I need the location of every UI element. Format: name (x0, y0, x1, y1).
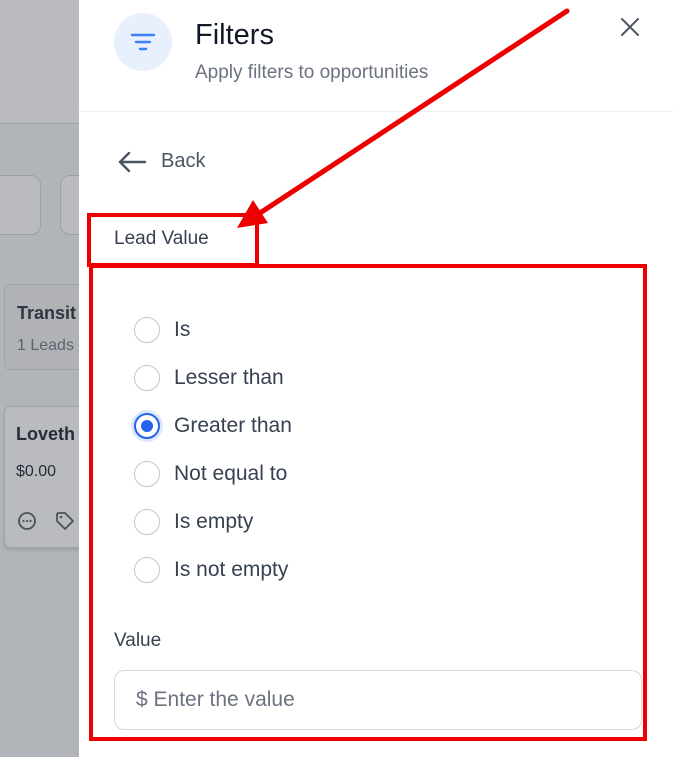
radio-button[interactable] (134, 461, 160, 487)
panel-subtitle: Apply filters to opportunities (195, 62, 429, 83)
radio-label: Is (174, 318, 191, 341)
radio-button[interactable] (134, 557, 160, 583)
radio-button-selected[interactable] (134, 413, 160, 439)
filter-icon (114, 13, 172, 71)
radio-label: Lesser than (174, 366, 284, 389)
value-label: Value (114, 630, 162, 651)
filter-field-label: Lead Value (114, 228, 209, 249)
close-button[interactable] (615, 12, 645, 42)
arrow-left-icon (118, 151, 147, 172)
radio-option-lesser-than[interactable]: Lesser than (134, 362, 284, 394)
panel-title: Filters (195, 19, 274, 51)
radio-option-is-not-empty[interactable]: Is not empty (134, 554, 288, 586)
filters-panel: Filters Apply filters to opportunities B… (79, 0, 673, 757)
back-label: Back (161, 150, 206, 172)
close-icon (621, 18, 639, 36)
radio-button[interactable] (134, 509, 160, 535)
radio-option-not-equal-to[interactable]: Not equal to (134, 458, 287, 490)
radio-option-greater-than[interactable]: Greater than (134, 410, 292, 442)
back-button[interactable]: Back (117, 150, 205, 173)
radio-option-is[interactable]: Is (134, 314, 190, 346)
radio-label: Greater than (174, 414, 292, 437)
radio-option-is-empty[interactable]: Is empty (134, 506, 253, 538)
panel-header: Filters Apply filters to opportunities (79, 0, 673, 112)
radio-label: Not equal to (174, 462, 288, 485)
radio-label: Is empty (174, 510, 254, 533)
radio-button[interactable] (134, 317, 160, 343)
radio-button[interactable] (134, 365, 160, 391)
modal-backdrop[interactable] (0, 0, 79, 757)
value-input[interactable] (114, 670, 642, 730)
radio-label: Is not empty (174, 558, 289, 581)
